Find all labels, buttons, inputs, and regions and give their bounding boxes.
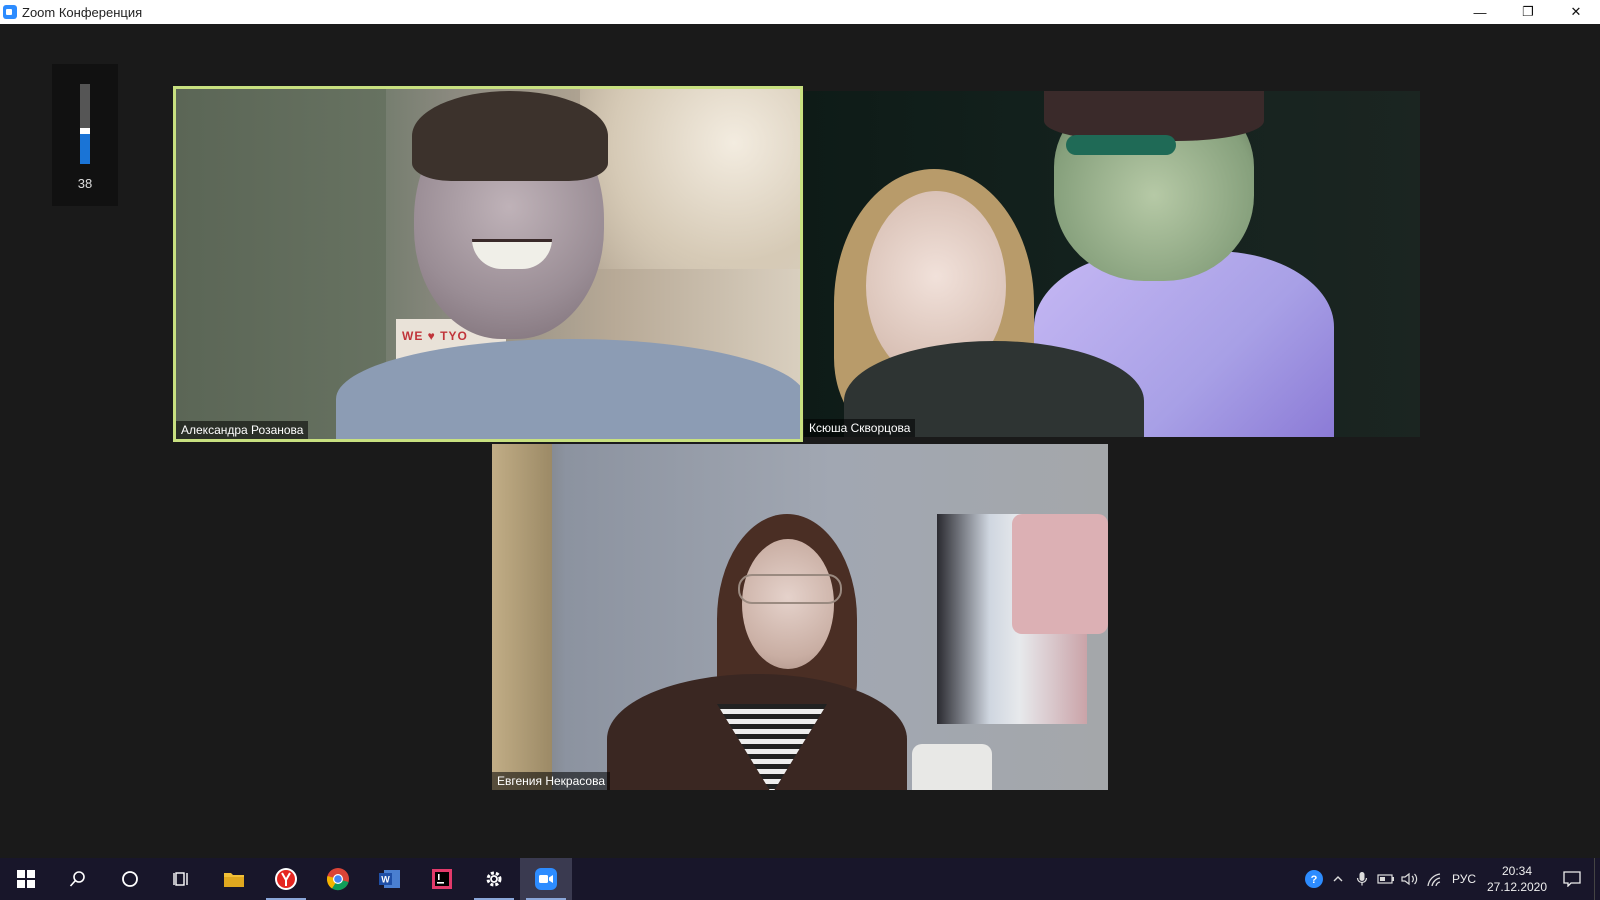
maximize-button[interactable]: ❐ (1504, 0, 1552, 24)
video-tile[interactable]: Ксюша Скворцова (804, 91, 1420, 437)
title-bar: Zoom Конференция — ❐ ✕ (0, 0, 1600, 24)
zoom-icon[interactable] (520, 858, 572, 900)
task-view-icon[interactable] (156, 858, 208, 900)
window-title: Zoom Конференция (22, 4, 143, 20)
word-icon[interactable]: W (364, 858, 416, 900)
participant-video (492, 444, 1108, 790)
clock[interactable]: 20:34 27.12.2020 (1484, 863, 1550, 895)
zoom-app-icon (3, 5, 17, 19)
yandex-browser-icon[interactable] (260, 858, 312, 900)
audio-level-thumb (80, 128, 90, 134)
svg-text:W: W (381, 875, 390, 885)
microphone-icon[interactable] (1350, 858, 1374, 900)
cortana-icon[interactable] (104, 858, 156, 900)
help-icon[interactable]: ? (1302, 858, 1326, 900)
window-controls: — ❐ ✕ (1456, 0, 1600, 24)
participant-video (804, 91, 1420, 437)
file-explorer-icon[interactable] (208, 858, 260, 900)
participant-name-label: Евгения Некрасова (492, 772, 610, 790)
wifi-icon[interactable] (1422, 858, 1446, 900)
meeting-stage: 38 WE ♥ TYO Александра Розанова Ксюша Ск… (0, 24, 1600, 858)
jetbrains-icon[interactable] (416, 858, 468, 900)
close-button[interactable]: ✕ (1552, 0, 1600, 24)
settings-icon[interactable] (468, 858, 520, 900)
audio-level-bar (80, 84, 90, 164)
windows-start-icon[interactable] (0, 858, 52, 900)
audio-level-value: 38 (77, 176, 93, 191)
notifications-icon[interactable] (1550, 858, 1594, 900)
battery-icon[interactable] (1374, 858, 1398, 900)
language-indicator[interactable]: РУС (1452, 872, 1476, 886)
participant-name-label: Ксюша Скворцова (804, 419, 916, 437)
search-icon[interactable] (52, 858, 104, 900)
volume-icon[interactable] (1398, 858, 1422, 900)
clock-date: 27.12.2020 (1486, 880, 1548, 894)
clock-time: 20:34 (1501, 864, 1533, 878)
audio-level-meter: 38 (52, 64, 118, 206)
svg-text:?: ? (1311, 874, 1318, 886)
chrome-icon[interactable] (312, 858, 364, 900)
system-tray: ? РУС 20:34 27.12.2020 (1302, 858, 1600, 900)
video-tile-active-speaker[interactable]: WE ♥ TYO Александра Розанова (173, 86, 803, 442)
audio-level-fill (80, 134, 90, 164)
windows-taskbar: W ? РУС 20:34 27.12.2020 (0, 858, 1600, 900)
poster-text: WE ♥ TYO (402, 329, 468, 343)
chevron-up-icon[interactable] (1326, 858, 1350, 900)
participant-video: WE ♥ TYO (176, 89, 800, 439)
minimize-button[interactable]: — (1456, 0, 1504, 24)
show-desktop-button[interactable] (1594, 858, 1600, 900)
video-tile[interactable]: Евгения Некрасова (492, 444, 1108, 790)
participant-name-label: Александра Розанова (176, 421, 309, 439)
